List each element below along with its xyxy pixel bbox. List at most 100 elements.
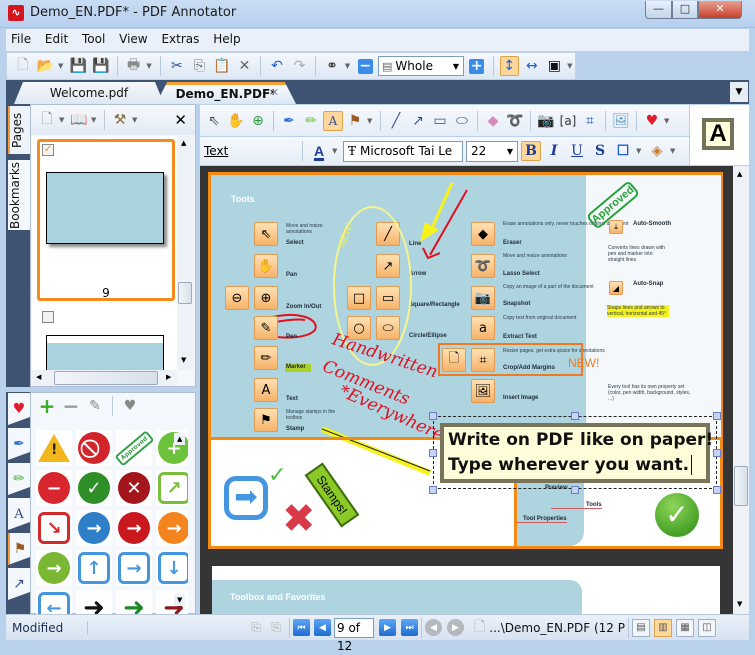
favorites-dropdown-icon[interactable]: ▼ bbox=[664, 117, 672, 125]
insert-image-icon[interactable]: 🖼 bbox=[611, 111, 631, 131]
underline-button[interactable]: U bbox=[567, 141, 587, 161]
next-document-icon[interactable]: ⎘ bbox=[266, 618, 286, 638]
font-color-dropdown-icon[interactable]: ▼ bbox=[332, 147, 340, 155]
save-icon[interactable]: 💾 bbox=[69, 56, 89, 76]
maximize-button[interactable]: □ bbox=[672, 1, 698, 19]
ellipse-icon[interactable]: ⬭ bbox=[452, 111, 472, 131]
toolbar-overflow-icon[interactable]: ▼ bbox=[567, 62, 575, 70]
edit-icon[interactable]: ✎ bbox=[85, 396, 105, 416]
border-color-icon[interactable]: ☐ bbox=[613, 141, 633, 161]
remove-icon[interactable]: − bbox=[61, 394, 81, 418]
text-annotation-line-2[interactable]: Type wherever you want. bbox=[448, 453, 702, 478]
tools-dropdown-icon[interactable]: ▼ bbox=[132, 116, 140, 124]
stamp-arrow-green[interactable]: ➜ bbox=[116, 590, 152, 614]
stamp-minus[interactable]: − bbox=[36, 470, 72, 506]
last-page-button[interactable]: ⏭ bbox=[401, 619, 418, 636]
document-vertical-scrollbar[interactable]: ▲ ▼ bbox=[733, 166, 749, 614]
next-page-button[interactable]: ▶ bbox=[379, 619, 396, 636]
stamp-arrow-down-right[interactable]: ↘ bbox=[36, 510, 72, 546]
select-arrow-icon[interactable]: ⇖ bbox=[204, 111, 224, 131]
eraser-icon[interactable]: ◆ bbox=[483, 111, 503, 131]
cross-stamp[interactable]: ✖ bbox=[282, 499, 316, 539]
tab-pages[interactable]: Pages bbox=[8, 106, 30, 154]
zoom-out-icon[interactable]: − bbox=[356, 56, 376, 76]
resize-handle[interactable] bbox=[713, 486, 721, 494]
menu-help[interactable]: Help bbox=[208, 29, 245, 46]
book-view-icon[interactable]: 📖 bbox=[69, 110, 89, 130]
page-10-thumbnail-image[interactable] bbox=[46, 335, 164, 375]
minimize-button[interactable]: — bbox=[645, 1, 672, 19]
menu-view[interactable]: View bbox=[114, 29, 152, 46]
stamp-cross[interactable]: ✕ bbox=[116, 470, 152, 506]
lasso-icon[interactable]: ➰ bbox=[505, 111, 525, 131]
text-tool-icon[interactable]: A bbox=[323, 110, 343, 131]
single-page-view-button[interactable]: ▤ bbox=[631, 618, 650, 637]
zoom-level-select[interactable]: ▤ Whole ▼ bbox=[378, 56, 465, 76]
checkmark-stamp[interactable]: ✓ bbox=[268, 463, 286, 488]
fill-color-dropdown-icon[interactable]: ▼ bbox=[670, 147, 678, 155]
print-icon[interactable]: 🖶 bbox=[124, 56, 144, 76]
menu-edit[interactable]: Edit bbox=[40, 29, 73, 46]
two-page-view-button[interactable]: ◫ bbox=[697, 618, 716, 637]
tab-list-dropdown[interactable]: ▼ bbox=[730, 82, 748, 102]
add-icon[interactable]: + bbox=[37, 394, 57, 418]
new-document-icon[interactable]: 🗋 bbox=[13, 56, 33, 76]
insert-page-dropdown-icon[interactable]: ▼ bbox=[59, 116, 67, 124]
stamp-arrow-left-blue[interactable]: ← bbox=[36, 590, 72, 614]
stamp-warning[interactable]: ! bbox=[36, 430, 72, 466]
scroll-left-icon[interactable]: ◀ bbox=[36, 373, 41, 381]
rectangle-icon[interactable]: ▭ bbox=[430, 111, 450, 131]
resize-handle[interactable] bbox=[571, 412, 579, 420]
close-panel-icon[interactable]: ✕ bbox=[174, 111, 187, 129]
stamp-arrow-right-red[interactable]: → bbox=[116, 510, 152, 546]
pen-icon[interactable]: ✒ bbox=[279, 111, 299, 131]
favorites-heart-icon[interactable]: ♥ bbox=[642, 111, 662, 131]
italic-button[interactable]: I bbox=[544, 141, 564, 161]
scroll-thumb[interactable] bbox=[734, 466, 748, 506]
stamp-arrow-black[interactable]: ➜ bbox=[76, 590, 112, 614]
page-9-thumbnail-image[interactable] bbox=[46, 172, 164, 244]
redo-icon[interactable]: ↷ bbox=[290, 56, 310, 76]
menu-file[interactable]: File bbox=[6, 29, 36, 46]
scroll-up-icon[interactable]: ▲ bbox=[737, 170, 742, 178]
tab-bookmarks[interactable]: Bookmarks bbox=[8, 160, 30, 230]
scroll-thumb[interactable] bbox=[178, 282, 192, 304]
stamp-arrow-right-orange[interactable]: → bbox=[156, 510, 188, 546]
fit-width-icon[interactable]: ↔ bbox=[522, 56, 542, 76]
history-forward-button[interactable]: ▶ bbox=[447, 619, 464, 636]
resize-handle[interactable] bbox=[713, 412, 721, 420]
font-color-icon[interactable]: A bbox=[309, 141, 329, 161]
copy-icon[interactable]: ⎘ bbox=[190, 56, 210, 76]
find-dropdown-icon[interactable]: ▼ bbox=[345, 62, 353, 70]
green-check-stamp[interactable]: ✓ bbox=[655, 493, 699, 537]
page-10-checkbox[interactable] bbox=[42, 311, 54, 323]
stamp-arrow-right-blue-square[interactable]: → bbox=[116, 550, 152, 586]
bold-button[interactable]: B bbox=[521, 141, 541, 161]
undo-icon[interactable]: ↶ bbox=[267, 56, 287, 76]
delete-icon[interactable]: ✕ bbox=[235, 56, 255, 76]
pages-horizontal-scrollbar[interactable]: ◀ ▶ bbox=[32, 370, 177, 386]
pan-hand-icon[interactable]: ✋ bbox=[226, 111, 246, 131]
font-family-select[interactable]: Ŧ Microsoft Tai Le bbox=[343, 140, 463, 162]
extract-text-icon[interactable]: [a] bbox=[558, 111, 578, 131]
fullscreen-icon[interactable]: ▣ bbox=[545, 56, 565, 76]
stamp-prohibited[interactable]: ⃠ bbox=[76, 430, 112, 466]
arrow-icon[interactable]: ↗ bbox=[408, 111, 428, 131]
stamps-scroll-down-icon[interactable]: ▼ bbox=[174, 594, 186, 606]
favorite-heart-icon[interactable]: ♥ bbox=[120, 396, 140, 416]
marker-icon[interactable]: ✏ bbox=[301, 111, 321, 131]
resize-handle[interactable] bbox=[429, 486, 437, 494]
resize-handle[interactable] bbox=[429, 412, 437, 420]
stamp-arrow-right-green[interactable]: → bbox=[36, 550, 72, 586]
stamp-arrow-up-blue[interactable]: ↑ bbox=[76, 550, 112, 586]
resize-handle[interactable] bbox=[571, 486, 579, 494]
tab-welcome[interactable]: Welcome.pdf bbox=[14, 82, 164, 104]
first-page-button[interactable]: ⏮ bbox=[293, 619, 310, 636]
paste-icon[interactable]: 📋 bbox=[212, 56, 232, 76]
print-dropdown-icon[interactable]: ▼ bbox=[146, 62, 154, 70]
tab-close-icon[interactable]: ✕ bbox=[270, 86, 279, 99]
stamps-scroll-up-icon[interactable]: ▲ bbox=[174, 433, 186, 445]
stamp-approved[interactable]: Approved bbox=[114, 430, 154, 467]
arrow-right-stamp[interactable]: ➡ bbox=[224, 476, 268, 520]
snapshot-camera-icon[interactable]: 📷 bbox=[536, 111, 556, 131]
